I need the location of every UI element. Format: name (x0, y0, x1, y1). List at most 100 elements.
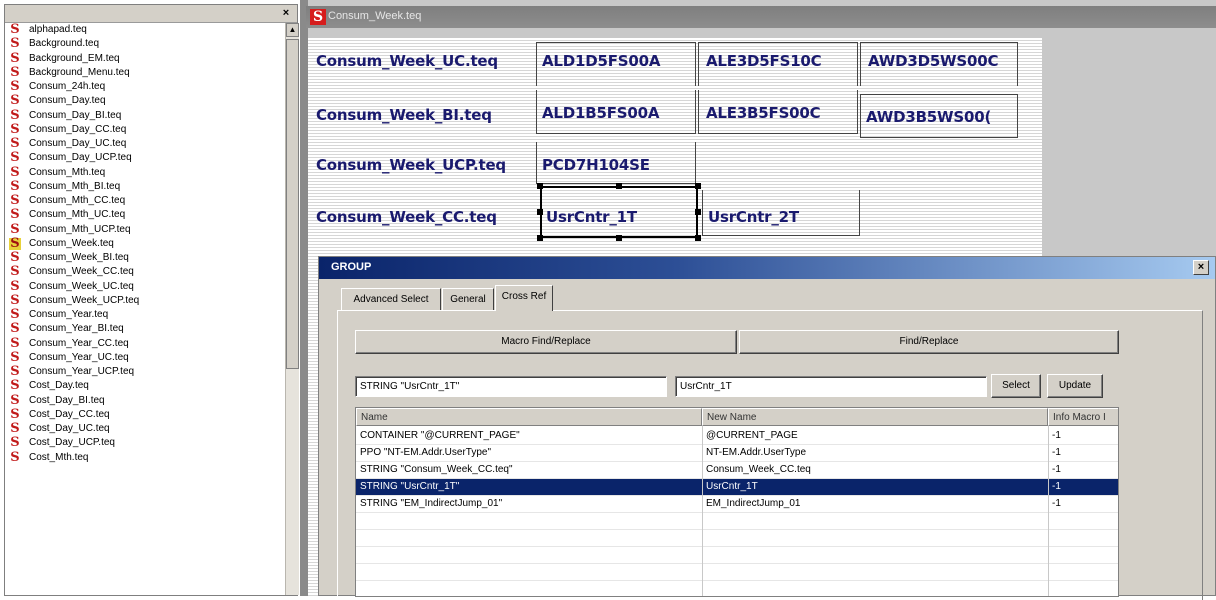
cell-info-macro: -1 (1052, 464, 1061, 475)
macro-find-replace-button[interactable]: Macro Find/Replace (355, 330, 737, 354)
file-list-item[interactable]: S Consum_Week_UCP.teq (5, 294, 283, 308)
tag-object[interactable]: ALE3B5FS00C (706, 104, 821, 122)
file-list-item[interactable]: S Consum_Day_UC.teq (5, 137, 283, 151)
file-list-item[interactable]: S Consum_Mth_UC.teq (5, 208, 283, 222)
resize-handle[interactable] (616, 183, 622, 189)
file-list-item[interactable]: S Consum_Day_UCP.teq (5, 151, 283, 165)
teq-file-icon: S (10, 136, 20, 151)
editor-titlebar: S Consum_Week.teq (306, 6, 1216, 28)
column-divider (1048, 426, 1049, 596)
file-list-item[interactable]: S Consum_Week.teq (5, 237, 283, 251)
file-list-item[interactable]: S Cost_Day.teq (5, 379, 283, 393)
column-divider (702, 426, 703, 596)
resize-handle[interactable] (537, 209, 543, 215)
file-list-item[interactable]: S Cost_Mth.teq (5, 451, 283, 465)
tag-object[interactable]: ALD1B5FS00A (542, 104, 659, 122)
file-list-item[interactable]: S Background.teq (5, 37, 283, 51)
teq-file-icon: S (10, 264, 20, 280)
table-row[interactable]: STRING "Consum_Week_CC.teq" Consum_Week_C… (356, 462, 1118, 479)
file-list-item[interactable]: S Cost_Day_BI.teq (5, 394, 283, 408)
file-list-item[interactable]: Salphapad.teq (5, 23, 283, 37)
string-object[interactable]: Consum_Week_CC.teq (316, 208, 497, 226)
file-list-item[interactable]: S Consum_Mth_CC.teq (5, 194, 283, 208)
file-list-item[interactable]: S Consum_Mth_UCP.teq (5, 223, 283, 237)
cell-info-macro: -1 (1052, 447, 1061, 458)
file-list-item[interactable]: S Consum_Week_BI.teq (5, 251, 283, 265)
file-list-item[interactable]: S Consum_Year_UCP.teq (5, 365, 283, 379)
file-list-item[interactable]: S Cost_Day_UCP.teq (5, 436, 283, 450)
teq-file-icon: S (10, 349, 20, 365)
replace-field[interactable]: UsrCntr_1T (675, 376, 987, 397)
find-field[interactable]: STRING "UsrCntr_1T" (355, 376, 667, 397)
select-button[interactable]: Select (991, 374, 1041, 398)
tag-object[interactable]: ALD1D5FS00A (542, 52, 660, 70)
scroll-up-arrow-icon[interactable]: ▲ (286, 23, 299, 37)
tag-object[interactable]: AWD3B5WS00( (866, 108, 991, 126)
scrollbar-thumb[interactable] (286, 39, 299, 369)
file-list-item[interactable]: S Consum_Year_CC.teq (5, 337, 283, 351)
file-list-item[interactable]: S Consum_Year_UC.teq (5, 351, 283, 365)
file-list-item[interactable]: S Consum_Year.teq (5, 308, 283, 322)
string-object[interactable]: Consum_Week_UCP.teq (316, 156, 506, 174)
teq-file-icon: S (10, 364, 20, 379)
teq-file-icon: S (10, 93, 20, 109)
editor-background (1042, 38, 1216, 258)
file-list-item[interactable]: S Cost_Day_CC.teq (5, 408, 283, 422)
column-header-new-name[interactable]: New Name (702, 408, 1048, 426)
column-header-name[interactable]: Name (356, 408, 702, 426)
tab-general[interactable]: General (442, 288, 494, 310)
table-row[interactable]: STRING "EM_IndirectJump_01" EM_IndirectJu… (356, 496, 1118, 513)
file-list-item[interactable]: S Consum_Day.teq (5, 94, 283, 108)
cross-ref-table[interactable]: Name New Name Info Macro I CONTAINER "@C… (355, 407, 1119, 597)
resize-handle[interactable] (616, 235, 622, 241)
close-icon[interactable]: × (279, 6, 293, 20)
file-list-item[interactable]: S Cost_Day_UC.teq (5, 422, 283, 436)
file-list-item[interactable]: S Consum_Week_UC.teq (5, 280, 283, 294)
cell-info-macro: -1 (1052, 481, 1061, 492)
file-list-item-label: Consum_Day_UC.teq (29, 138, 127, 149)
file-list-item-label: Consum_Day_BI.teq (29, 109, 122, 121)
resize-handle[interactable] (695, 209, 701, 215)
table-row[interactable]: PPO "NT-EM.Addr.UserType" NT-EM.Addr.User… (356, 445, 1118, 462)
resize-handle[interactable] (695, 235, 701, 241)
resize-handle[interactable] (537, 235, 543, 241)
tab-advanced-select[interactable]: Advanced Select (341, 288, 441, 310)
file-list-item[interactable]: S Consum_Mth_BI.teq (5, 180, 283, 194)
file-list-item[interactable]: S Background_Menu.teq (5, 66, 283, 80)
tag-object[interactable]: PCD7H104SE (542, 156, 650, 174)
file-list-scrollbar[interactable]: ▲ (285, 23, 299, 595)
table-row[interactable]: CONTAINER "@CURRENT_PAGE" @CURRENT_PAGE -1 (356, 428, 1118, 445)
teq-file-icon: S (10, 207, 20, 223)
find-replace-button[interactable]: Find/Replace (739, 330, 1119, 354)
file-list-item[interactable]: S Consum_Week_CC.teq (5, 265, 283, 279)
group-dialog: GROUP × Advanced Select General Cross Re… (318, 256, 1216, 600)
file-list-item[interactable]: S Consum_24h.teq (5, 80, 283, 94)
column-header-info-macro[interactable]: Info Macro I (1048, 408, 1118, 426)
file-list-item-label: alphapad.teq (29, 24, 87, 35)
teq-file-icon: S (10, 79, 20, 94)
file-list-item[interactable]: S Consum_Day_CC.teq (5, 123, 283, 137)
string-object[interactable]: Consum_Week_UC.teq (316, 52, 498, 70)
cell-new-name: UsrCntr_1T (706, 481, 758, 492)
update-button[interactable]: Update (1047, 374, 1103, 398)
file-list-item-label: Consum_Week_BI.teq (29, 252, 129, 263)
file-list-item[interactable]: S Consum_Year_BI.teq (5, 322, 283, 336)
file-list-item[interactable]: S Background_EM.teq (5, 52, 283, 66)
close-icon[interactable]: × (1193, 260, 1209, 275)
table-row[interactable]: STRING "UsrCntr_1T" UsrCntr_1T -1 (356, 479, 1118, 496)
tag-object[interactable]: AWD3D5WS00C (868, 52, 998, 70)
resize-handle[interactable] (695, 183, 701, 189)
file-list-item[interactable]: S Consum_Mth.teq (5, 166, 283, 180)
tag-object[interactable]: UsrCntr_2T (708, 208, 799, 226)
resize-handle[interactable] (537, 183, 543, 189)
table-row (356, 513, 1118, 530)
string-object[interactable]: Consum_Week_BI.teq (316, 106, 492, 124)
teq-file-icon: S (10, 307, 20, 322)
tab-cross-ref[interactable]: Cross Ref (495, 285, 553, 311)
file-list-item-label: Consum_Mth_CC.teq (29, 195, 126, 206)
tag-object[interactable]: ALE3D5FS10C (706, 52, 822, 70)
cell-new-name: Consum_Week_CC.teq (706, 464, 811, 475)
tag-object[interactable]: UsrCntr_1T (546, 208, 637, 226)
file-list: Salphapad.teq S Background.teq S Background_… (5, 23, 283, 465)
file-list-item[interactable]: S Consum_Day_BI.teq (5, 109, 283, 123)
